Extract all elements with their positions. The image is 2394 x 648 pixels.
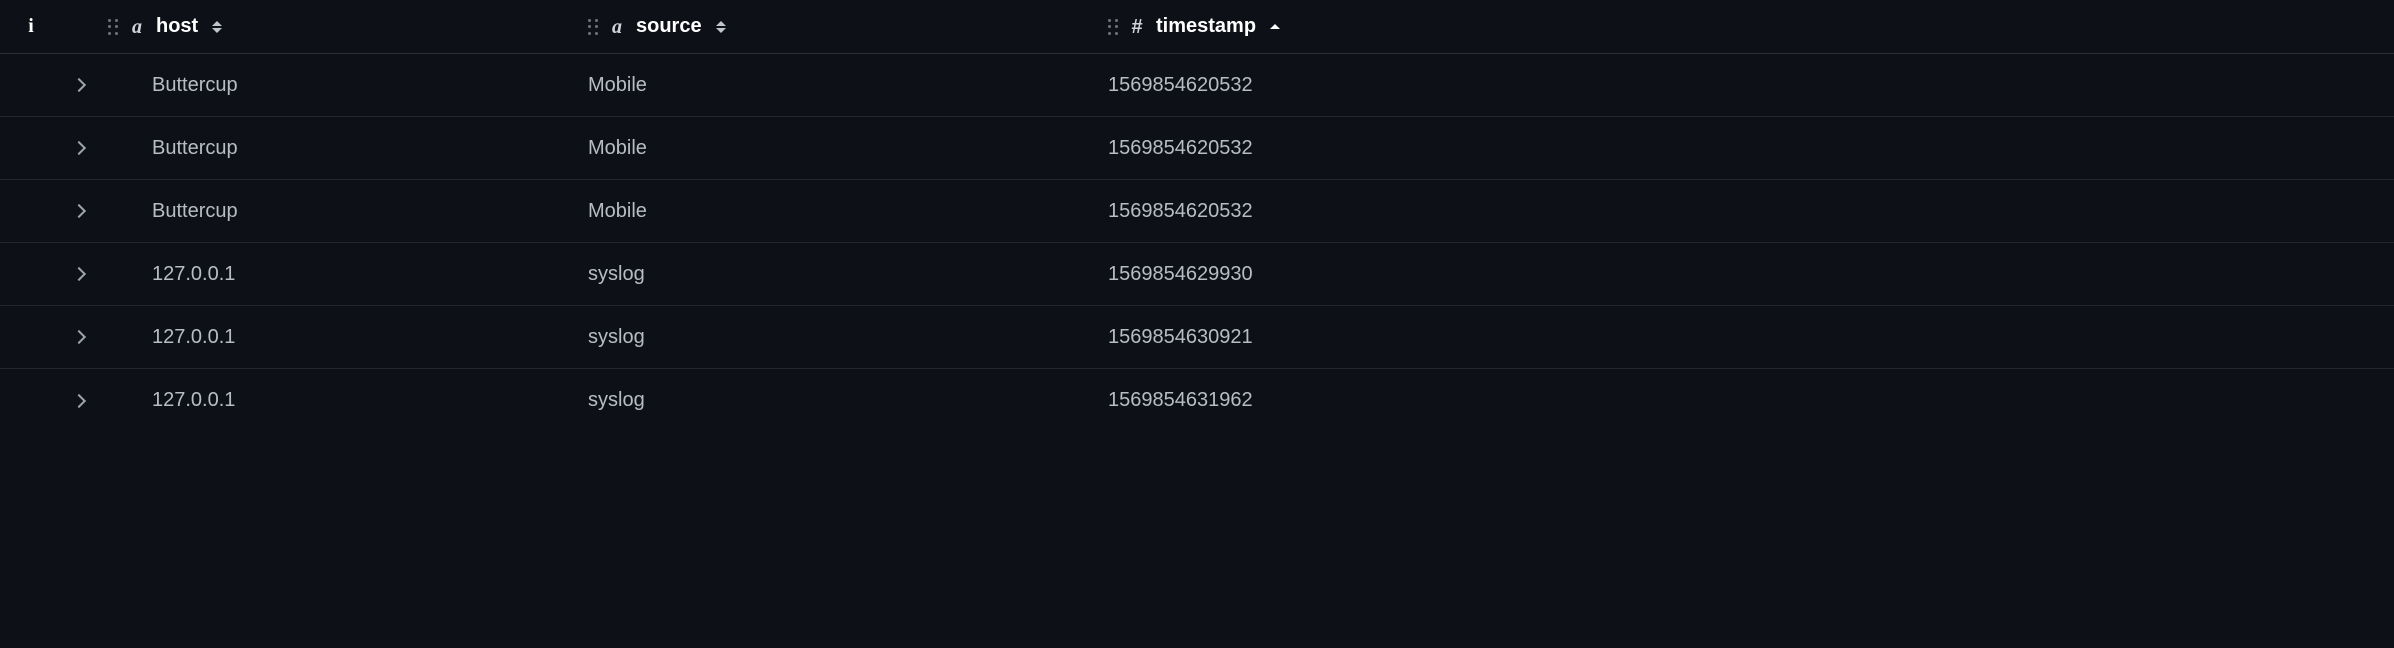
table-header-row: i a host a source (0, 0, 2394, 54)
cell-timestamp[interactable]: 1569854620532 (1108, 200, 2394, 223)
cell-value: syslog (588, 263, 645, 286)
cell-value: 127.0.0.1 (130, 326, 235, 349)
table-row[interactable]: Buttercup Mobile 1569854620532 (0, 180, 2394, 243)
cell-timestamp[interactable]: 1569854620532 (1108, 137, 2394, 160)
drag-handle-icon[interactable] (1108, 19, 1118, 35)
column-header-host[interactable]: a host (108, 15, 588, 38)
cell-value: 1569854620532 (1108, 137, 1253, 160)
cell-value: 1569854620532 (1108, 74, 1253, 97)
expand-row-toggle[interactable] (50, 206, 108, 216)
cell-value: Mobile (588, 200, 647, 223)
cell-value: 127.0.0.1 (130, 263, 235, 286)
expand-row-toggle[interactable] (50, 269, 108, 279)
column-label: source (636, 15, 702, 38)
expand-row-toggle[interactable] (50, 143, 108, 153)
table-row[interactable]: 127.0.0.1 syslog 1569854629930 (0, 243, 2394, 306)
cell-host[interactable]: 127.0.0.1 (108, 326, 588, 349)
cell-value: Buttercup (130, 137, 238, 160)
string-type-icon: a (608, 18, 626, 36)
cell-value: 1569854629930 (1108, 263, 1253, 286)
chevron-right-icon (72, 267, 86, 281)
drag-handle-icon[interactable] (588, 19, 598, 35)
cell-host[interactable]: Buttercup (108, 200, 588, 223)
info-icon: i (28, 15, 34, 38)
cell-timestamp[interactable]: 1569854620532 (1108, 74, 2394, 97)
table-row[interactable]: 127.0.0.1 syslog 1569854631962 (0, 369, 2394, 432)
sort-icon[interactable] (212, 21, 222, 33)
cell-timestamp[interactable]: 1569854629930 (1108, 263, 2394, 286)
cell-source[interactable]: Mobile (588, 200, 1108, 223)
column-label: host (156, 15, 198, 38)
cell-host[interactable]: 127.0.0.1 (108, 263, 588, 286)
chevron-right-icon (72, 204, 86, 218)
cell-value: Buttercup (130, 200, 238, 223)
cell-value: Buttercup (130, 74, 238, 97)
table-body: Buttercup Mobile 1569854620532 Buttercup Mob… (0, 54, 2394, 432)
cell-value: 1569854630921 (1108, 326, 1253, 349)
sort-icon[interactable] (716, 21, 726, 33)
table-row[interactable]: Buttercup Mobile 1569854620532 (0, 54, 2394, 117)
cell-value: Mobile (588, 74, 647, 97)
cell-value: Mobile (588, 137, 647, 160)
cell-host[interactable]: Buttercup (108, 74, 588, 97)
cell-source[interactable]: syslog (588, 389, 1108, 412)
cell-value: 1569854620532 (1108, 200, 1253, 223)
expand-row-toggle[interactable] (50, 80, 108, 90)
cell-value: 1569854631962 (1108, 389, 1253, 412)
cell-timestamp[interactable]: 1569854630921 (1108, 326, 2394, 349)
cell-value: 127.0.0.1 (130, 389, 235, 412)
string-type-icon: a (128, 18, 146, 36)
chevron-right-icon (72, 330, 86, 344)
table-row[interactable]: Buttercup Mobile 1569854620532 (0, 117, 2394, 180)
table-row[interactable]: 127.0.0.1 syslog 1569854630921 (0, 306, 2394, 369)
expand-row-toggle[interactable] (50, 332, 108, 342)
drag-handle-icon[interactable] (108, 19, 118, 35)
column-header-info[interactable]: i (0, 15, 50, 38)
sort-asc-icon[interactable] (1270, 24, 1280, 29)
cell-host[interactable]: 127.0.0.1 (108, 389, 588, 412)
column-header-timestamp[interactable]: # timestamp (1108, 15, 2394, 38)
column-label: timestamp (1156, 15, 1256, 38)
number-type-icon: # (1128, 18, 1146, 36)
cell-value: syslog (588, 389, 645, 412)
column-header-source[interactable]: a source (588, 15, 1108, 38)
cell-source[interactable]: syslog (588, 326, 1108, 349)
cell-host[interactable]: Buttercup (108, 137, 588, 160)
events-table: i a host a source (0, 0, 2394, 432)
chevron-right-icon (72, 141, 86, 155)
chevron-right-icon (72, 393, 86, 407)
cell-value: syslog (588, 326, 645, 349)
cell-source[interactable]: Mobile (588, 74, 1108, 97)
cell-source[interactable]: Mobile (588, 137, 1108, 160)
expand-row-toggle[interactable] (50, 396, 108, 406)
chevron-right-icon (72, 78, 86, 92)
cell-source[interactable]: syslog (588, 263, 1108, 286)
cell-timestamp[interactable]: 1569854631962 (1108, 389, 2394, 412)
